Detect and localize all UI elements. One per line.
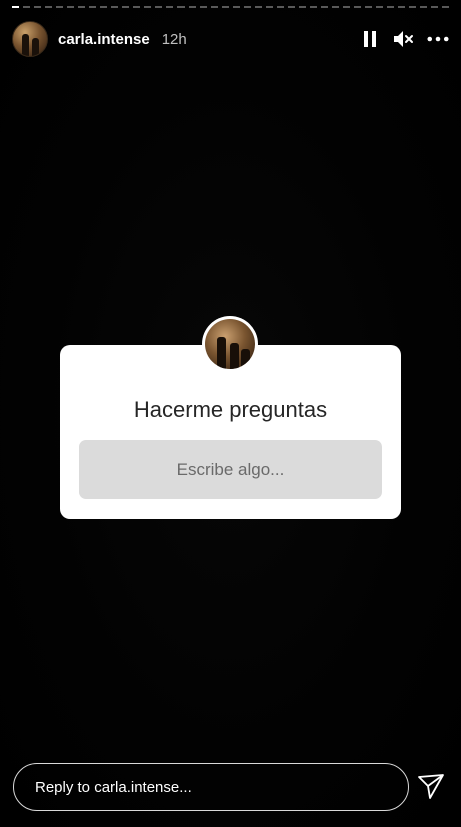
send-icon[interactable] [416,771,446,801]
story-progress-segment [67,6,75,8]
story-progress-segment [309,6,317,8]
story-progress-segment [56,6,64,8]
story-progress-segment [442,6,450,8]
post-time: 12h [161,30,187,48]
muted-speaker-icon[interactable] [393,28,415,50]
question-answer-input[interactable]: Escribe algo... [79,440,382,499]
story-progress-segment [387,6,395,8]
story-progress-segment [265,6,273,8]
story-progress-segment [23,6,31,8]
sticker-avatar [202,316,258,372]
story-progress-segment [100,6,108,8]
story-progress-segment [276,6,284,8]
story-progress-segment [45,6,53,8]
story-progress-segment [254,6,262,8]
story-progress-segment [210,6,218,8]
story-progress-segment [365,6,373,8]
story-progress-segment [320,6,328,8]
story-progress-segment [12,6,20,8]
story-progress-segment [232,6,240,8]
story-progress-segment [177,6,185,8]
story-progress-segment [243,6,251,8]
story-progress-segment [221,6,229,8]
pause-icon[interactable] [359,28,381,50]
username[interactable]: carla.intense [58,31,150,48]
story-progress-segment [342,6,350,8]
story-progress-segment [287,6,295,8]
story-progress-bar [12,6,450,8]
story-progress-segment [144,6,152,8]
story-controls [359,28,449,50]
story-progress-segment [353,6,361,8]
story-viewer[interactable]: carla.intense 12h Hacerme preguntas Escr… [0,0,461,827]
story-progress-segment [166,6,174,8]
story-progress-segment [409,6,417,8]
story-progress-segment [398,6,406,8]
question-sticker-title: Hacerme preguntas [133,397,328,422]
story-progress-segment [188,6,196,8]
story-progress-segment [331,6,339,8]
reply-input[interactable]: Reply to carla.intense... [13,763,409,811]
story-progress-segment [122,6,130,8]
story-progress-segment [133,6,141,8]
story-progress-segment [199,6,207,8]
story-progress-segment [376,6,384,8]
story-progress-segment [111,6,119,8]
story-progress-segment [89,6,97,8]
story-header: carla.intense 12h [12,20,449,58]
more-options-icon[interactable] [427,28,449,50]
profile-avatar[interactable] [12,21,48,57]
story-progress-segment [431,6,439,8]
story-progress-segment [155,6,163,8]
story-progress-segment [420,6,428,8]
story-progress-segment [298,6,306,8]
story-progress-segment [78,6,86,8]
story-progress-segment [34,6,42,8]
